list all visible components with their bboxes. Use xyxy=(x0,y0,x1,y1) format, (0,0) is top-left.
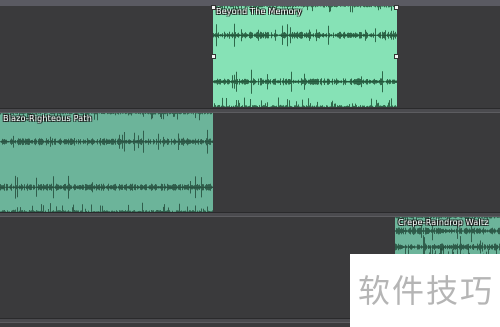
audio-track-1[interactable]: Beyond The Memory xyxy=(0,5,500,108)
waveform xyxy=(213,6,397,107)
clip-volume-handle-left[interactable] xyxy=(211,54,216,59)
clip-volume-handle-right[interactable] xyxy=(394,54,399,59)
clip-resize-handle-top-right[interactable] xyxy=(394,5,399,10)
clip-resize-handle-top-left[interactable] xyxy=(211,5,216,10)
clip-background xyxy=(213,6,397,107)
clip-title: Crepe-Raindrop Waltz xyxy=(398,218,489,227)
audio-track-2[interactable]: Blazo-Righteous Path xyxy=(0,113,500,212)
clip-title: Beyond The Memory xyxy=(216,7,303,16)
waveform xyxy=(0,113,213,212)
watermark: 软件技巧 xyxy=(350,254,500,327)
audio-clip-blazo-righteous-path[interactable]: Blazo-Righteous Path xyxy=(0,113,213,212)
clip-title: Blazo-Righteous Path xyxy=(3,114,92,123)
clip-background xyxy=(0,113,213,212)
audio-clip-beyond-the-memory[interactable]: Beyond The Memory xyxy=(213,6,397,107)
audio-clip-crepe-raindrop-waltz[interactable]: Crepe-Raindrop Waltz xyxy=(395,217,500,257)
watermark-text: 软件技巧 xyxy=(358,272,495,310)
